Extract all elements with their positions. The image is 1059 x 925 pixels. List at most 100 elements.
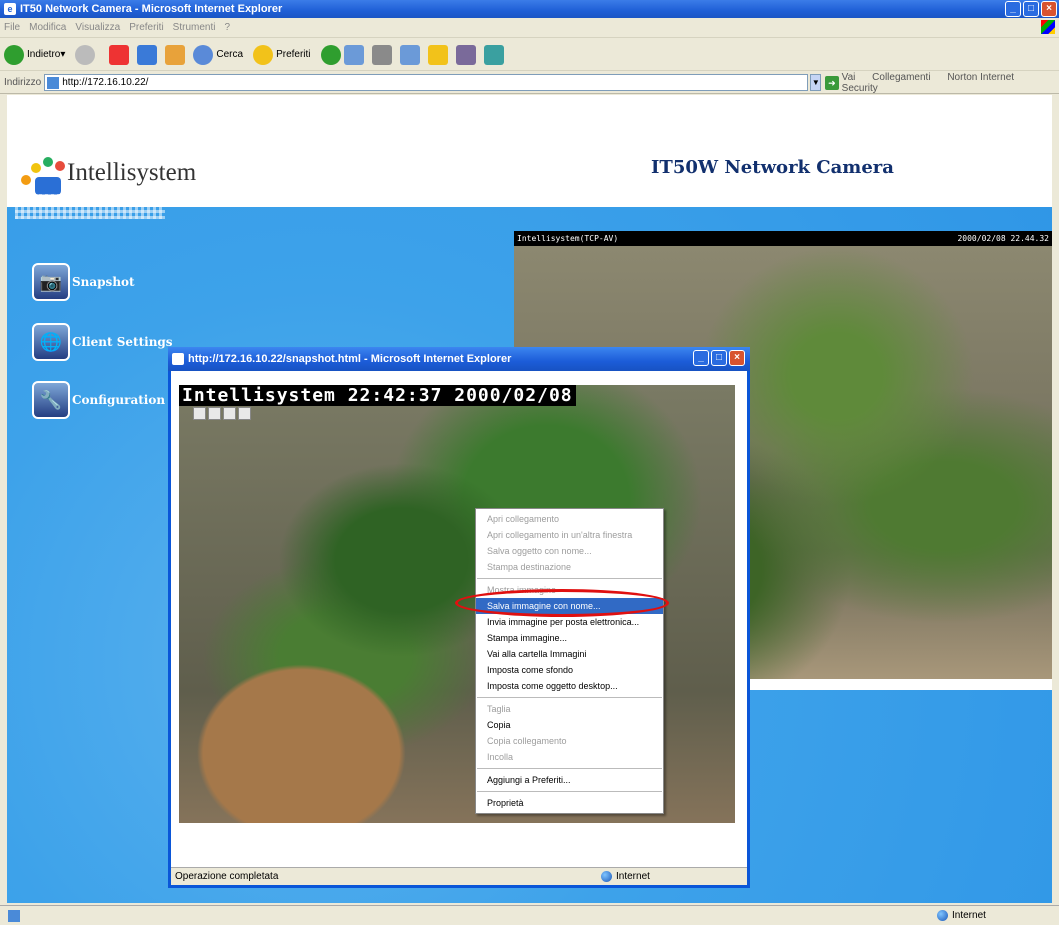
internet-zone-icon [601, 871, 612, 882]
browser-title: IT50 Network Camera - Microsoft Internet… [20, 3, 283, 15]
address-dropdown[interactable]: ▼ [810, 74, 822, 91]
forward-button[interactable] [75, 44, 96, 65]
popup-titlebar: http://172.16.10.22/snapshot.html - Micr… [168, 347, 750, 371]
window-controls: _ □ × [1005, 1, 1057, 17]
print-icon[interactable] [208, 407, 221, 420]
browser-toolbar: Indietro ▾ Cerca Preferiti [0, 39, 1059, 71]
stop-button[interactable] [109, 44, 130, 65]
back-label: Indietro [27, 49, 61, 60]
context-menu-item[interactable]: Aggiungi a Preferiti... [476, 772, 663, 788]
ie-icon: e [4, 3, 16, 15]
research-button[interactable] [455, 44, 476, 65]
windows-logo-icon [1041, 20, 1055, 34]
popup-title: http://172.16.10.22/snapshot.html - Micr… [188, 353, 512, 365]
links-button[interactable]: Collegamenti [872, 72, 930, 83]
status-zone-label: Internet [952, 910, 986, 921]
menu-favorites[interactable]: Preferiti [129, 22, 163, 33]
context-menu-item[interactable]: Imposta come oggetto desktop... [476, 678, 663, 694]
tools-icon: 🔧 [32, 381, 70, 419]
status-page-icon [8, 909, 20, 922]
favorites-button[interactable]: Preferiti [253, 44, 311, 65]
history-button[interactable] [320, 44, 341, 65]
context-menu-item: Apri collegamento in un'altra finestra [487, 530, 633, 540]
go-arrow-icon[interactable]: ➜ [825, 75, 839, 90]
context-menu-item[interactable]: Stampa immagine... [476, 630, 663, 646]
context-menu-separator [477, 578, 662, 579]
page-icon [47, 76, 60, 89]
browser-titlebar: e IT50 Network Camera - Microsoft Intern… [0, 0, 1059, 18]
search-icon [193, 44, 214, 65]
address-label: Indirizzo [4, 77, 42, 88]
context-menu: Apri collegamento Apri collegamento in un… [475, 508, 664, 814]
folder-icon[interactable] [238, 407, 251, 420]
context-menu-item: Taglia [487, 704, 511, 714]
browser-status-bar: Internet [0, 905, 1059, 925]
popup-ie-icon [172, 353, 184, 365]
menu-edit[interactable]: Modifica [29, 22, 66, 33]
favorites-label: Preferiti [276, 49, 311, 60]
popup-close-button[interactable]: × [729, 350, 745, 366]
context-menu-item[interactable]: Proprietà [476, 795, 663, 811]
home-button[interactable] [165, 44, 186, 65]
snapshot-overlay-text: Intellisystem 22:42:37 2000/02/08 [179, 385, 576, 406]
popup-maximize-button[interactable]: □ [711, 350, 727, 366]
mail-icon[interactable] [223, 407, 236, 420]
menu-tools[interactable]: Strumenti [173, 22, 216, 33]
address-bar: Indirizzo http://172.16.10.22/ ▼ ➜ Vai C… [0, 72, 1059, 94]
menu-view[interactable]: Visualizza [75, 22, 120, 33]
context-menu-item[interactable]: Vai alla cartella Immagini [476, 646, 663, 662]
edit-button[interactable] [399, 44, 420, 65]
camera-icon: 📷 [32, 263, 70, 301]
nav-configuration-label: Configuration [72, 393, 166, 407]
close-button[interactable]: × [1041, 1, 1057, 17]
annotation-ring [455, 589, 669, 617]
popup-minimize-button[interactable]: _ [693, 350, 709, 366]
refresh-button[interactable] [137, 44, 158, 65]
print-button[interactable] [371, 44, 392, 65]
image-toolbar [193, 407, 251, 420]
address-right: Vai Collegamenti Norton Internet Securit… [842, 72, 1059, 94]
context-menu-separator [477, 791, 662, 792]
context-menu-item: Incolla [487, 752, 514, 762]
mail-button[interactable] [343, 44, 364, 65]
context-menu-item[interactable]: Imposta come sfondo [476, 662, 663, 678]
go-button[interactable]: Vai [842, 72, 856, 83]
minimize-button[interactable]: _ [1005, 1, 1021, 17]
status-zone: Internet [937, 910, 986, 921]
live-caption-right: 2000/02/08 22.44.32 [957, 234, 1049, 243]
back-arrow-icon [4, 44, 24, 65]
star-icon [253, 44, 274, 65]
popup-zone-label: Internet [616, 871, 650, 882]
live-caption-left: Intellisystem(TCP-AV) [517, 234, 619, 243]
globe-icon: 🌐 [32, 323, 70, 361]
popup-zone: Internet [601, 871, 650, 882]
nav-snapshot-label: Snapshot [72, 275, 135, 289]
maximize-button[interactable]: □ [1023, 1, 1039, 17]
menu-help[interactable]: ? [224, 22, 230, 33]
intellisystem-logo: Intellisystem [15, 149, 196, 229]
nav-client-settings-label: Client Settings [72, 335, 173, 349]
context-menu-item[interactable]: Copia [476, 717, 663, 733]
page-title: IT50W Network Camera [651, 157, 894, 178]
menu-bar: File Modifica Visualizza Preferiti Strum… [0, 18, 1059, 38]
logo-grid [15, 194, 165, 219]
address-input[interactable]: http://172.16.10.22/ [44, 74, 809, 91]
messenger-button[interactable] [483, 44, 504, 65]
nav-configuration[interactable]: 🔧 Configuration [32, 381, 165, 419]
status-globe-icon [937, 910, 948, 921]
save-icon[interactable] [193, 407, 206, 420]
popup-status-text: Operazione completata [175, 871, 279, 882]
address-url: http://172.16.10.22/ [62, 77, 149, 88]
logo-text: Intellisystem [67, 159, 197, 186]
popup-controls: _ □ × [693, 350, 745, 366]
context-menu-separator [477, 697, 662, 698]
context-menu-item: Apri collegamento [487, 514, 560, 524]
search-button[interactable]: Cerca [193, 44, 244, 65]
context-menu-item: Copia collegamento [487, 736, 567, 746]
nav-client-settings[interactable]: 🌐 Client Settings [32, 323, 173, 361]
nav-snapshot[interactable]: 📷 Snapshot [32, 263, 135, 301]
search-label: Cerca [216, 49, 244, 60]
folder-button[interactable] [427, 44, 448, 65]
back-button[interactable]: Indietro ▾ [4, 44, 65, 65]
menu-file[interactable]: File [4, 22, 20, 33]
